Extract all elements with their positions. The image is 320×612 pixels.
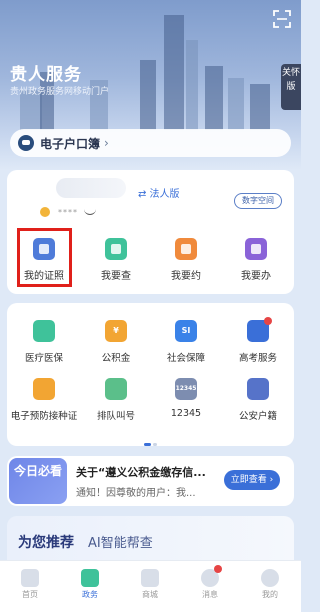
store-icon (141, 569, 159, 587)
queue-icon (105, 378, 127, 400)
service-queue[interactable]: 排队叫号 (80, 378, 152, 422)
service-label: 医疗医保 (24, 353, 63, 364)
service-vaccination[interactable]: 电子预防接种证 (8, 378, 80, 422)
bottom-tab-bar: 首页 政务 商城 消息 我的 (0, 560, 301, 612)
quick-query[interactable]: 我要查 (88, 238, 144, 282)
page-indicator (144, 431, 159, 450)
household-label: 电子户口簿 (40, 136, 101, 151)
quick-label: 我要查 (101, 271, 131, 282)
search-icon (105, 238, 127, 260)
chevron-right-icon: › (104, 136, 109, 150)
hotline-icon: 12345 (175, 378, 197, 400)
quick-label: 我要办 (241, 271, 271, 282)
medical-insurance-icon (33, 320, 55, 342)
app-title: 贵人服务 (10, 65, 82, 85)
notice-body: 通知！因尊敬的用户：我... (76, 488, 196, 499)
care-mode-tab[interactable]: 关怀版 (281, 64, 301, 110)
today-must-see-tag: 今日必看 (9, 458, 67, 504)
tab-label: 我的 (262, 590, 278, 599)
ai-assist-label[interactable]: AI智能帮查 (88, 532, 153, 551)
service-12345[interactable]: 12345 12345 (150, 378, 222, 419)
service-label: 社会保障 (166, 353, 205, 364)
service-label: 公积金 (101, 353, 131, 364)
view-now-button[interactable]: 立即查看 › (224, 470, 280, 490)
police-icon (247, 378, 269, 400)
tab-label: 商城 (142, 590, 158, 599)
household-register-bar[interactable]: 电子户口簿 › (10, 129, 291, 157)
tab-store[interactable]: 商城 (130, 569, 170, 600)
social-security-icon: SI (175, 320, 197, 342)
service-label: 公安户籍 (238, 411, 277, 422)
graduation-cap-icon (247, 317, 272, 342)
government-icon (81, 569, 99, 587)
tab-message[interactable]: 消息 (190, 565, 230, 600)
vaccination-icon (33, 378, 55, 400)
service-police[interactable]: 公安户籍 (222, 378, 294, 422)
service-housing-fund[interactable]: ¥ 公积金 (80, 320, 152, 364)
unread-badge (214, 565, 222, 573)
app-subtitle: 贵州政务服务网移动门户 (10, 87, 110, 97)
service-medical[interactable]: 医疗医保 (8, 320, 80, 364)
quick-label: 我要约 (171, 271, 201, 282)
service-gaokao[interactable]: 高考服务 (222, 317, 294, 364)
service-label: 电子预防接种证 (10, 411, 78, 422)
tab-label: 首页 (22, 590, 38, 599)
tab-label: 政务 (82, 590, 98, 599)
message-icon (201, 565, 222, 587)
avatar (56, 178, 126, 198)
legal-version-switch[interactable]: ⇄ 法人版 (138, 185, 180, 200)
scan-icon[interactable] (273, 10, 291, 28)
service-label: 排队叫号 (96, 411, 135, 422)
digital-space-button[interactable]: 数字空间 (234, 193, 282, 209)
tab-home[interactable]: 首页 (10, 569, 50, 600)
task-icon (245, 238, 267, 260)
calendar-icon (175, 238, 197, 260)
household-icon (18, 135, 34, 151)
service-label: 12345 (170, 408, 202, 419)
notice-title[interactable]: 关于“遵义公积金缴存信... (76, 464, 206, 480)
highlight-box (17, 228, 72, 287)
recommend-title: 为您推荐 (18, 535, 74, 551)
tab-government[interactable]: 政务 (70, 569, 110, 600)
service-social-security[interactable]: SI 社会保障 (150, 320, 222, 364)
housing-fund-icon: ¥ (105, 320, 127, 342)
service-label: 高考服务 (238, 353, 277, 364)
notification-dot (264, 317, 272, 325)
verified-badge-icon (40, 207, 50, 217)
masked-name: **** (58, 208, 78, 217)
home-icon (21, 569, 39, 587)
quick-handle[interactable]: 我要办 (228, 238, 284, 282)
quick-appointment[interactable]: 我要约 (158, 238, 214, 282)
profile-icon (261, 569, 279, 587)
tab-label: 消息 (202, 590, 218, 599)
tab-profile[interactable]: 我的 (250, 569, 290, 600)
